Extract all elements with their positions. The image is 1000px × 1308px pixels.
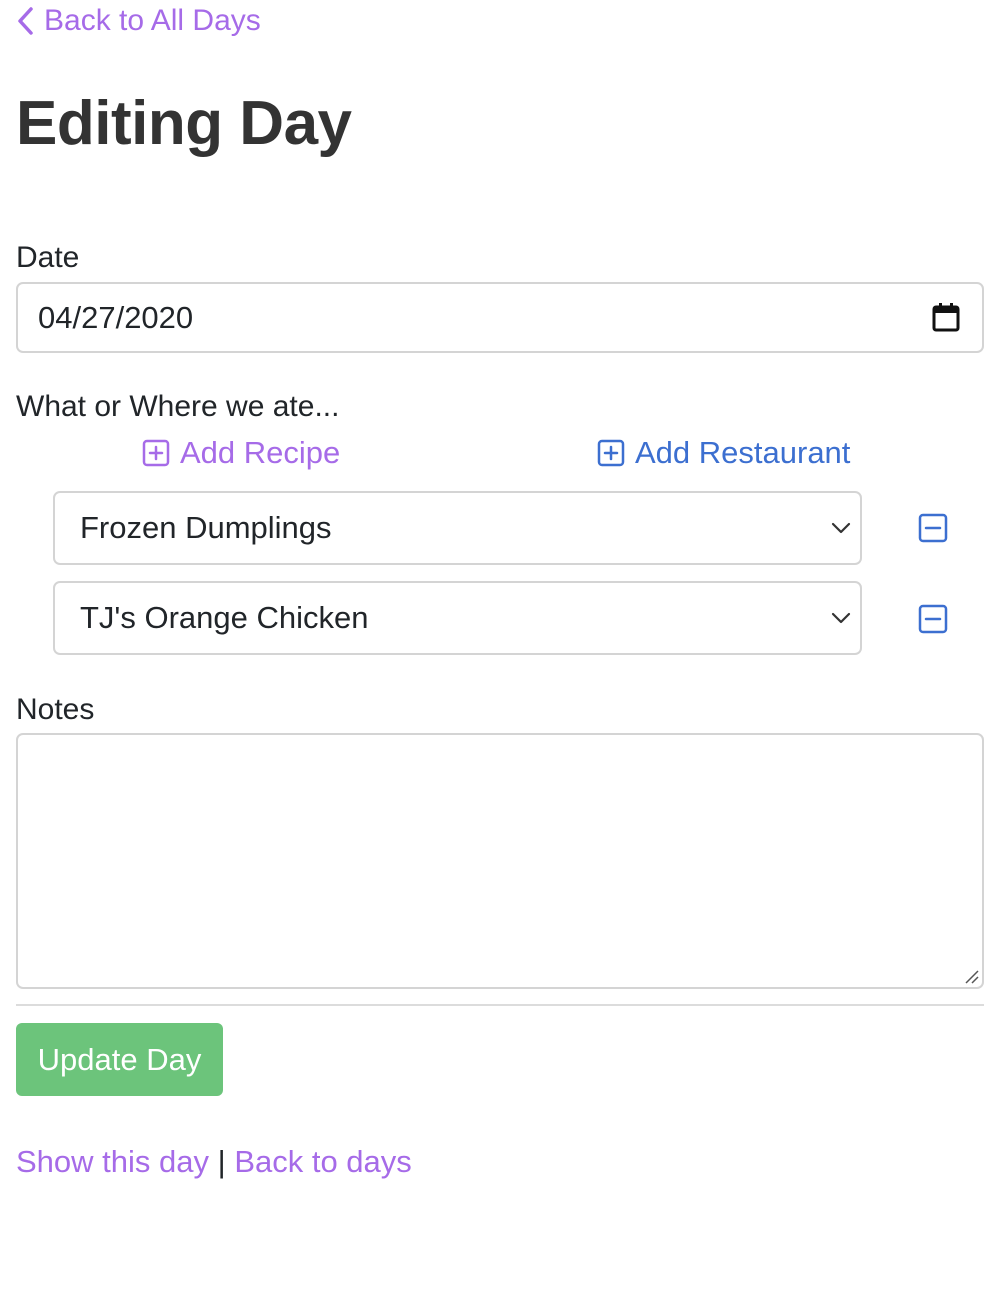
footer-separator: | bbox=[217, 1144, 226, 1179]
back-to-days-link[interactable]: Back to days bbox=[234, 1144, 411, 1179]
date-input[interactable]: 04/27/2020 bbox=[16, 282, 984, 353]
add-restaurant-label: Add Restaurant bbox=[635, 435, 851, 470]
chevron-down-icon bbox=[831, 612, 851, 624]
date-value: 04/27/2020 bbox=[38, 299, 194, 335]
notes-textarea[interactable] bbox=[16, 733, 984, 989]
page-title: Editing Day bbox=[16, 89, 352, 158]
update-day-button[interactable]: Update Day bbox=[16, 1023, 223, 1096]
plus-square-icon bbox=[142, 439, 170, 467]
footer-links: Show this day | Back to days bbox=[16, 1144, 412, 1180]
remove-meal-2-button[interactable] bbox=[918, 604, 948, 634]
date-label: Date bbox=[16, 241, 80, 274]
notes-label: Notes bbox=[16, 693, 95, 726]
add-recipe-link[interactable]: Add Recipe bbox=[142, 435, 340, 471]
add-recipe-label: Add Recipe bbox=[180, 435, 341, 470]
plus-square-icon bbox=[597, 439, 625, 467]
show-this-day-link[interactable]: Show this day bbox=[16, 1144, 209, 1179]
meal-select-1[interactable]: Frozen Dumplings bbox=[53, 491, 862, 565]
meal-select-value: Frozen Dumplings bbox=[80, 510, 332, 545]
form-divider bbox=[16, 1004, 984, 1006]
add-restaurant-link[interactable]: Add Restaurant bbox=[597, 435, 850, 471]
resize-grip-icon[interactable] bbox=[963, 968, 979, 984]
chevron-down-icon bbox=[831, 522, 851, 534]
back-to-all-days-link[interactable]: Back to All Days bbox=[16, 4, 261, 38]
chevron-left-icon bbox=[18, 7, 33, 35]
meal-select-2[interactable]: TJ's Orange Chicken bbox=[53, 581, 862, 655]
remove-meal-1-button[interactable] bbox=[918, 513, 948, 543]
back-to-all-days-label: Back to All Days bbox=[44, 4, 261, 37]
meals-label: What or Where we ate... bbox=[16, 390, 340, 423]
calendar-icon[interactable] bbox=[932, 302, 960, 332]
meal-select-value: TJ's Orange Chicken bbox=[80, 600, 369, 635]
